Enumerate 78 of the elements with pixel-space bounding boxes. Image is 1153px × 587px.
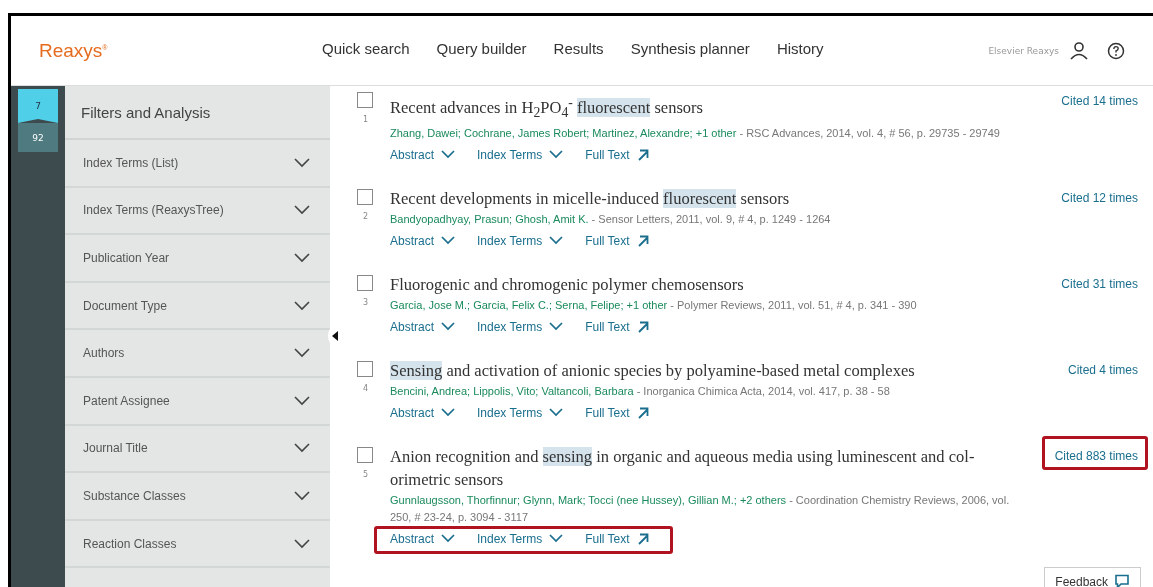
filter-item[interactable]: Journal Title [65,425,330,474]
result-link[interactable]: Full Text [585,233,649,248]
filter-item[interactable]: Index Terms (List) [65,140,330,188]
external-link-icon [636,406,649,419]
citation-text: Gunnlaugsson, Thorfinnur; Glynn, Mark; Tocci (nee Hussey), Gillian M.; +2 others - Coordination Chemistry Reviews, 2006, vol. 250, # 23-24, p. 3094 - 3117 [390,492,1011,525]
checkbox[interactable] [357,446,373,463]
count-tab[interactable]: 92 [18,123,58,152]
citation-text: Bencini, Andrea; Lippolis, Vito; Valtancoli, Barbara - Inorganica Chimica Acta, 2014, vol. 417, p. 38 - 58 [390,383,891,399]
result-title[interactable]: Recent advances in H$_{2}$PO$_{4}$$^{-}$ fluorescent sensors [390,90,1018,124]
result-number: 3 [363,297,369,307]
result-link[interactable]: Index Terms [477,233,564,248]
checkbox[interactable] [357,274,373,291]
filter-item[interactable]: Patent Assignee [65,377,330,426]
chevron-icon [549,408,564,418]
result-link[interactable]: Abstract [390,233,455,248]
result-title[interactable]: Sensing and activation of anionic species by polyamine-based metal complexes [390,358,1018,382]
checkbox[interactable] [357,92,373,108]
external-link-icon [636,148,649,161]
filter-item[interactable]: Document Type [65,282,330,331]
chevron-icon [549,236,564,246]
result-link[interactable]: Abstract [390,319,455,334]
cited-link[interactable]: Cited 4 times [1067,362,1138,377]
result-title[interactable]: Fluorogenic and chromogenic polymer chemosensors [390,272,1018,296]
result-number: 1 [363,115,369,124]
result-link[interactable]: Index Terms [477,319,564,334]
chevron-icon [441,322,455,332]
user-icon[interactable] [1069,40,1089,61]
citation-text: Zhang, Dawei; Cochrane, James Robert; Martinez, Alexandre; +1 other - RSC Advances, 2014, vol. 4, # 56, p. 29735 - 29749 [390,125,1001,141]
nav-tab[interactable]: Query builder [436,40,527,61]
result-number: 2 [363,211,369,221]
chevron-icon [441,236,455,246]
external-link-icon [636,320,649,333]
citation-text: Bandyopadhyay, Prasun; Ghosh, Amit K. - Sensor Letters, 2011, vol. 9, # 4, p. 1249 - 1264 [390,211,832,227]
chat-icon [1114,574,1130,587]
filter-item[interactable]: Reaction Classes [65,520,330,569]
checkbox[interactable] [357,188,373,205]
result-title[interactable]: Anion recognition and sensing in organic and aqueous media using luminescent and col-orimetric sensors [390,444,1018,491]
result-link[interactable]: Index Terms [477,405,564,420]
result-link[interactable]: Abstract [390,531,455,546]
nav-tab[interactable]: Quick search [322,40,410,61]
chevron-icon [549,150,564,160]
result-number: 4 [363,383,369,393]
result-link[interactable]: Abstract [390,405,455,420]
count-tab[interactable]: 7 [18,89,58,123]
result-link[interactable]: Full Text [585,531,649,546]
result-link[interactable]: Full Text [585,147,649,162]
result-link[interactable]: Index Terms [477,531,564,546]
cited-link[interactable]: Cited 31 times [1061,276,1138,291]
external-link-icon [636,532,649,545]
cited-link[interactable]: Cited 883 times [1054,448,1138,463]
cited-link[interactable]: Cited 12 times [1061,190,1138,205]
filter-item[interactable]: Index Terms (ReaxysTree) [65,187,330,236]
result-link[interactable]: Full Text [585,405,649,420]
chevron-icon [441,534,455,544]
filter-item[interactable]: Authors [65,330,330,378]
citation-text: Garcia, Jose M.; Garcia, Felix C.; Serna, Felipe; +1 other - Polymer Reviews, 2011, vol. 51, # 4, p. 341 - 390 [390,297,918,313]
result-number: 5 [363,469,369,479]
panel-title: Filters and Analysis [65,86,330,140]
chevron-icon [441,150,455,160]
cited-link[interactable]: Cited 14 times [1061,94,1138,108]
result-link[interactable]: Index Terms [477,147,564,162]
chevron-icon [441,408,455,418]
filter-item[interactable]: Substance Classes [65,473,330,521]
nav-tab[interactable]: Results [553,40,604,61]
nav-tab[interactable]: Synthesis planner [630,40,750,61]
nav-tab[interactable]: History [776,40,824,61]
logo[interactable]: Reaxys$^{®}$ [39,39,108,61]
external-link-icon [636,234,649,247]
result-link[interactable]: Abstract [390,147,455,162]
checkbox[interactable] [357,360,373,377]
chevron-icon [549,322,564,332]
account-name: Elsevier Reaxys [988,45,1059,56]
chevron-icon [549,534,564,544]
result-title[interactable]: Recent developments in micelle-induced fluorescent sensors [390,186,1018,210]
help-icon[interactable] [1107,41,1125,60]
result-link[interactable]: Full Text [585,319,649,334]
filter-item[interactable]: Publication Year [65,235,330,283]
feedback-button[interactable]: Feedback [1044,567,1141,587]
